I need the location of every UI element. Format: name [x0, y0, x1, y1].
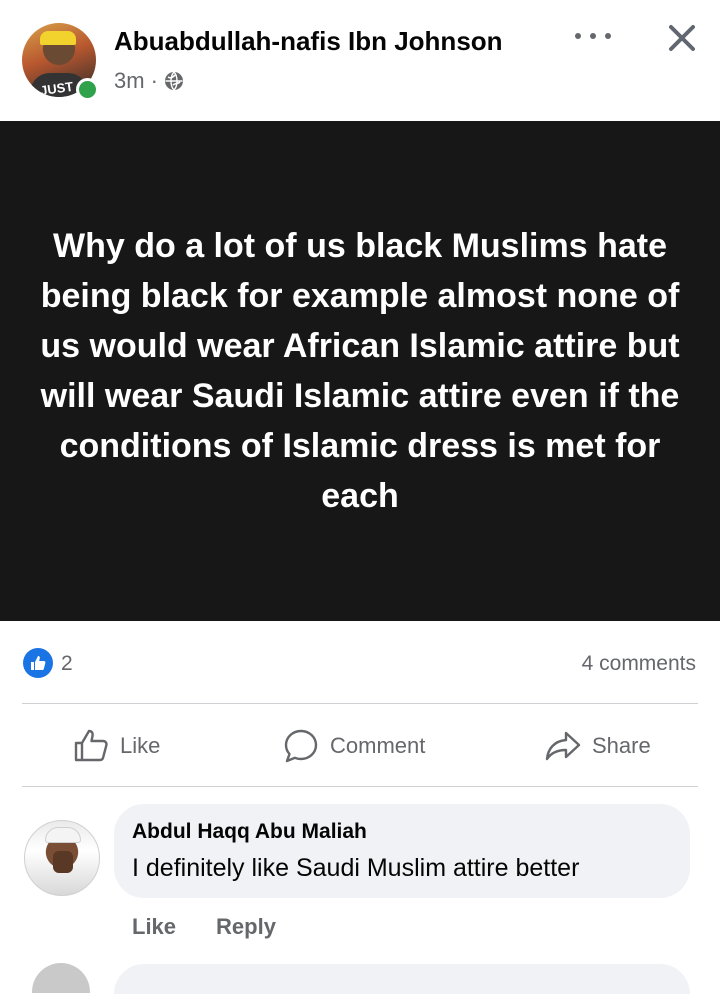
avatar-hand [53, 851, 73, 873]
reactions-row: 2 4 comments [0, 640, 720, 686]
more-options-icon[interactable] [575, 26, 611, 46]
comment-like-button[interactable]: Like [132, 914, 176, 940]
reaction-count[interactable]: 2 [61, 652, 73, 676]
post-meta: 3m · [114, 68, 184, 94]
share-label: Share [592, 733, 651, 758]
comment-button[interactable]: Comment [282, 706, 425, 786]
post-body-text: Why do a lot of us black Muslims hate be… [40, 227, 680, 515]
like-label: Like [120, 733, 161, 758]
thumbs-up-icon [31, 656, 46, 670]
comments-count[interactable]: 4 comments [582, 652, 696, 676]
comment-bubble-icon [284, 729, 318, 763]
next-commenter-avatar[interactable] [32, 963, 90, 993]
thumbs-up-outline-icon [74, 729, 108, 762]
post-timestamp[interactable]: 3m [114, 68, 145, 94]
avatar-kufi [45, 827, 81, 843]
commenter-name[interactable]: Abdul Haqq Abu Maliah [132, 820, 367, 844]
comment-text: I definitely like Saudi Muslim attire be… [132, 854, 580, 882]
like-reaction-icon[interactable] [23, 648, 53, 678]
comment-item: Abdul Haqq Abu Maliah I definitely like … [0, 800, 720, 960]
author-name[interactable]: Abuabdullah-nafis Ibn Johnson [114, 26, 503, 57]
divider-bottom [22, 786, 698, 787]
comment-actions: Like Reply [132, 914, 276, 940]
post-action-bar: Like Comment Share [0, 706, 720, 786]
share-button[interactable]: Share [544, 706, 651, 786]
comment-bubble: Abdul Haqq Abu Maliah I definitely like … [114, 804, 690, 898]
next-comment-bubble [114, 964, 690, 994]
divider-top [22, 703, 698, 704]
online-status-dot [76, 78, 99, 101]
meta-separator: · [150, 68, 158, 93]
comment-reply-button[interactable]: Reply [216, 914, 276, 940]
share-arrow-icon [545, 731, 581, 761]
post-header: JUST Abuabdullah-nafis Ibn Johnson 3m · [0, 0, 720, 121]
globe-icon [164, 71, 183, 91]
avatar-cap [40, 31, 76, 45]
commenter-avatar[interactable] [24, 820, 100, 896]
close-icon[interactable] [666, 22, 698, 54]
comment-label: Comment [330, 733, 426, 758]
like-button[interactable]: Like [72, 706, 160, 786]
post-text-background: Why do a lot of us black Muslims hate be… [0, 121, 720, 621]
